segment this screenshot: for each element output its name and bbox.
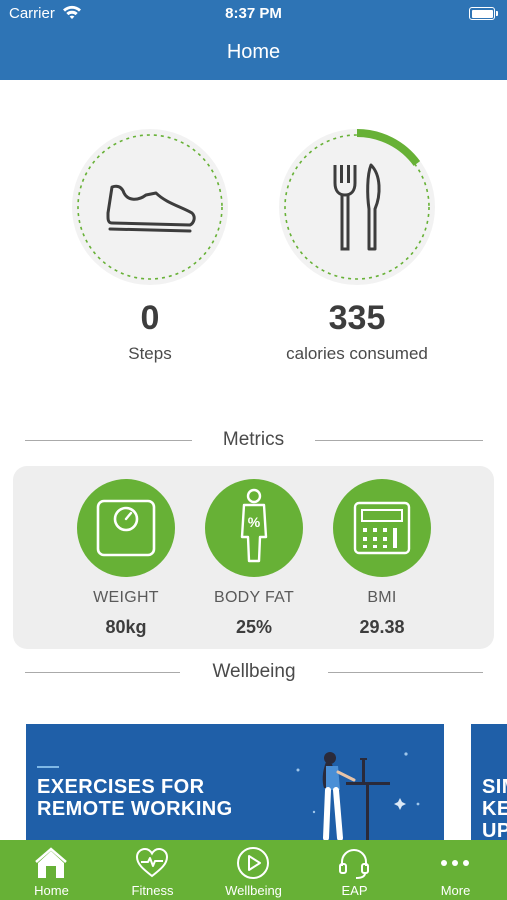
steps-label: Steps xyxy=(128,344,172,363)
metric-label: BODY FAT xyxy=(213,589,295,606)
steps-value: 0 xyxy=(140,299,160,337)
divider xyxy=(315,440,483,441)
tab-label: Wellbeing xyxy=(225,883,282,898)
heart-pulse-icon xyxy=(135,847,169,878)
tab-fitness[interactable]: Fitness xyxy=(102,840,203,900)
divider xyxy=(328,672,483,673)
steps-ring[interactable] xyxy=(70,127,230,287)
wellbeing-title: Wellbeing xyxy=(212,661,296,682)
nav-bar: Home xyxy=(0,28,507,80)
metric-body-fat[interactable]: % BODY FAT 25% xyxy=(189,479,319,638)
wellbeing-card-title: EXERCISES FOR REMOTE WORKING xyxy=(37,776,233,820)
page-title: Home xyxy=(226,41,281,63)
battery-icon xyxy=(469,7,498,20)
scale-icon xyxy=(77,479,175,577)
calories-label: calories consumed xyxy=(286,344,428,363)
metrics-title: Metrics xyxy=(222,429,285,450)
metric-label: BMI xyxy=(367,589,397,606)
wellbeing-card[interactable]: EXERCISES FOR REMOTE WORKING xyxy=(26,724,444,840)
tab-label: Home xyxy=(34,883,69,898)
tab-more[interactable]: More xyxy=(405,840,506,900)
tab-label: Fitness xyxy=(131,883,174,898)
standing-desk-illustration xyxy=(288,742,428,840)
more-dots-icon xyxy=(441,860,469,866)
tab-bar: Home Fitness Wellbeing EAP More xyxy=(0,840,507,900)
metric-value: 29.38 xyxy=(359,617,405,637)
calculator-icon xyxy=(333,479,431,577)
tab-label: More xyxy=(440,883,471,898)
divider xyxy=(25,440,192,441)
home-icon xyxy=(35,847,67,878)
tab-eap[interactable]: EAP xyxy=(304,840,405,900)
metric-value: 25% xyxy=(235,617,273,637)
wellbeing-card[interactable]: SIM KE UP xyxy=(471,724,507,840)
tab-wellbeing[interactable]: Wellbeing xyxy=(203,840,304,900)
play-circle-icon xyxy=(237,847,269,879)
metric-bmi[interactable]: BMI 29.38 xyxy=(317,479,447,638)
body-fat-icon: % xyxy=(205,479,303,577)
clock-time: 8:37 PM xyxy=(225,5,282,22)
metric-value: 80kg xyxy=(105,617,147,637)
svg-text:%: % xyxy=(248,514,261,530)
banner-accent xyxy=(37,766,59,768)
headset-icon xyxy=(339,849,369,879)
wellbeing-card-title: SIM KE UP xyxy=(482,776,507,840)
divider xyxy=(25,672,180,673)
metrics-card: WEIGHT 80kg % BODY FAT 25% BMI 29.38 xyxy=(13,466,494,649)
wellbeing-heading: Wellbeing xyxy=(0,661,507,685)
tab-label: EAP xyxy=(341,883,368,898)
metrics-heading: Metrics xyxy=(0,429,507,453)
calories-value: 335 xyxy=(328,299,386,337)
tab-home[interactable]: Home xyxy=(1,840,102,900)
metric-label: WEIGHT xyxy=(93,589,159,606)
calories-ring[interactable] xyxy=(277,127,437,287)
status-bar: Carrier 8:37 PM xyxy=(0,0,507,28)
metric-weight[interactable]: WEIGHT 80kg xyxy=(61,479,191,638)
